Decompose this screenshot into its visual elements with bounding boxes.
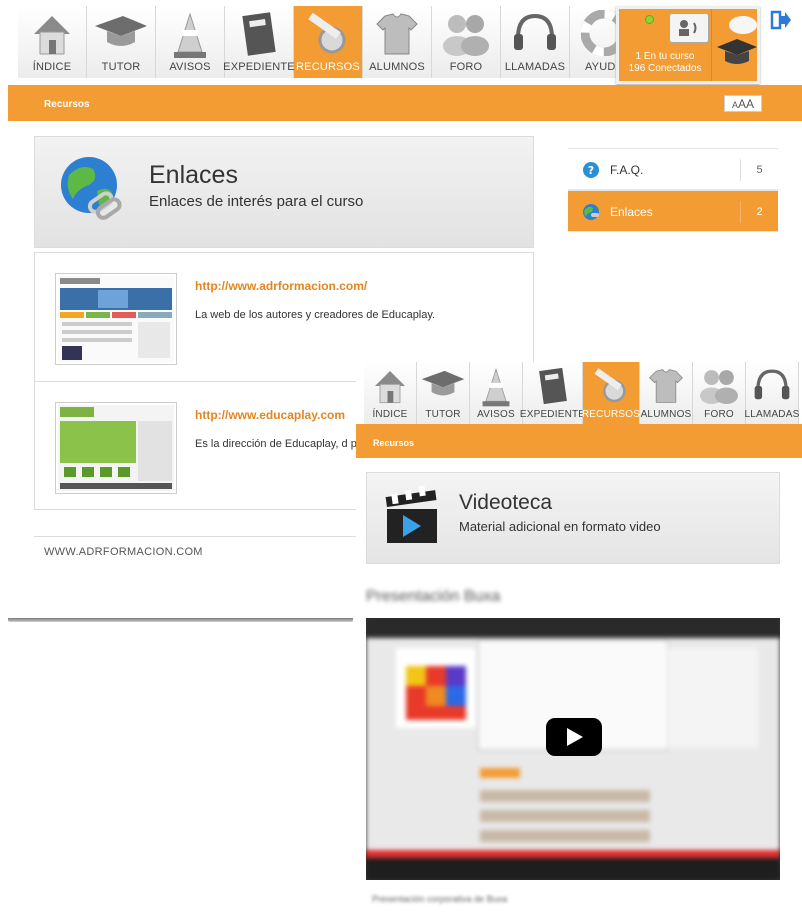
graduation-cap-icon bbox=[95, 16, 147, 46]
speaker-icon bbox=[679, 20, 697, 36]
nav-label: ALUMNOS bbox=[369, 61, 425, 73]
link-description: La web de los autores y creadores de Edu… bbox=[195, 309, 436, 321]
globe-link-icon bbox=[61, 157, 122, 220]
nav-label: ÍNDICE bbox=[372, 409, 408, 420]
nav-label: AVISOS bbox=[477, 409, 515, 420]
speaker-button[interactable] bbox=[669, 13, 709, 43]
sidebar-item-count: 2 bbox=[740, 201, 778, 223]
graduation-cap-icon bbox=[421, 370, 465, 396]
video-title: Presentación Buxa bbox=[366, 588, 501, 605]
video-caption: Presentación corporativa de Buxa bbox=[372, 894, 508, 904]
nav-label: EXPEDIENTE bbox=[519, 409, 586, 420]
traffic-cone-icon bbox=[174, 12, 206, 58]
people-icon bbox=[700, 370, 738, 404]
videoteca-window: ÍNDICE TUTOR AVISOS EXPEDIENTE RECURSOS … bbox=[356, 362, 802, 919]
footer-text[interactable]: WWW.ADRFORMACION.COM bbox=[44, 546, 203, 558]
nav-expediente[interactable]: EXPEDIENTE bbox=[519, 362, 586, 424]
font-size-big: AA bbox=[738, 97, 755, 111]
house-icon bbox=[34, 16, 70, 55]
tshirt-icon bbox=[376, 13, 418, 55]
status-divider bbox=[711, 9, 712, 81]
sidebar-item-count: 5 bbox=[740, 159, 778, 181]
breadcrumb-bar: Recursos bbox=[356, 424, 802, 458]
tools-icon bbox=[308, 12, 346, 54]
people-icon bbox=[443, 15, 489, 56]
breadcrumb[interactable]: Recursos bbox=[44, 99, 90, 110]
font-size-button[interactable]: AAA bbox=[724, 95, 762, 112]
nav-tutor[interactable]: TUTOR bbox=[417, 362, 470, 424]
chat-graduation-icon[interactable] bbox=[713, 13, 761, 79]
nav-label: FORO bbox=[704, 409, 734, 420]
sidebar-item-faq[interactable]: ? F.A.Q. 5 bbox=[568, 148, 778, 190]
svg-text:?: ? bbox=[588, 164, 594, 177]
sidebar-item-enlaces[interactable]: Enlaces 2 bbox=[568, 190, 778, 232]
nav-avisos[interactable]: AVISOS bbox=[156, 6, 225, 78]
nav-label: FORO bbox=[449, 61, 483, 73]
nav-label: TUTOR bbox=[101, 61, 141, 73]
breadcrumb[interactable]: Recursos bbox=[373, 438, 414, 448]
headset-icon bbox=[514, 13, 556, 50]
breadcrumb-bar: Recursos AAA bbox=[8, 85, 802, 121]
nav-expediente[interactable]: EXPEDIENTE bbox=[223, 6, 295, 78]
nav-avisos[interactable]: AVISOS bbox=[470, 362, 523, 424]
course-status: 1 En tu curso 196 Conectados bbox=[616, 6, 760, 84]
window-shadow bbox=[8, 618, 353, 622]
sidebar-item-label: F.A.Q. bbox=[610, 163, 644, 177]
nav-recursos[interactable]: RECURSOS bbox=[294, 6, 363, 78]
nav-label: RECURSOS bbox=[296, 61, 360, 73]
globe-link-icon bbox=[583, 204, 599, 220]
side-menu: ? F.A.Q. 5 Enlaces 2 bbox=[568, 148, 778, 232]
nav-label: LLAMADAS bbox=[744, 409, 800, 420]
nav-recursos[interactable]: RECURSOS bbox=[581, 362, 641, 424]
site-thumbnail[interactable] bbox=[55, 402, 177, 494]
page-subtitle: Material adicional en formato video bbox=[459, 519, 661, 534]
traffic-cone-icon bbox=[482, 367, 510, 407]
page-title: Videoteca bbox=[459, 491, 553, 514]
video-player[interactable] bbox=[366, 618, 780, 880]
page-subtitle: Enlaces de interés para el curso bbox=[149, 193, 364, 210]
nav-indice[interactable]: ÍNDICE bbox=[364, 362, 417, 424]
list-item: http://www.adrformacion.com/ La web de l… bbox=[35, 253, 533, 379]
nav-tutor[interactable]: TUTOR bbox=[87, 6, 156, 78]
help-icon: ? bbox=[583, 162, 599, 178]
connected-count: 196 Conectados bbox=[628, 63, 702, 74]
nav-alumnos[interactable]: ALUMNOS bbox=[640, 362, 693, 424]
tools-icon bbox=[594, 368, 626, 403]
link-url[interactable]: http://www.educaplay.com bbox=[195, 408, 345, 422]
exit-icon[interactable] bbox=[770, 10, 792, 30]
nav-llamadas[interactable]: LLAMADAS bbox=[501, 6, 570, 78]
nav-llamadas[interactable]: LLAMADAS bbox=[744, 362, 800, 424]
nav-label: TUTOR bbox=[425, 409, 461, 420]
link-url[interactable]: http://www.adrformacion.com/ bbox=[195, 279, 367, 293]
section-header: Videoteca Material adicional en formato … bbox=[366, 472, 780, 564]
tshirt-icon bbox=[649, 369, 683, 403]
nav-label: RECURSOS bbox=[581, 409, 641, 420]
overlay-nav: ÍNDICE TUTOR AVISOS EXPEDIENTE RECURSOS … bbox=[364, 362, 799, 424]
nav-label: ALUMNOS bbox=[640, 409, 692, 420]
main-nav: ÍNDICE TUTOR AVISOS EXPEDIENTE RECURSOS bbox=[18, 6, 639, 78]
online-dot bbox=[645, 15, 654, 24]
play-button[interactable] bbox=[546, 718, 602, 756]
nav-label: AVISOS bbox=[169, 61, 211, 73]
headset-icon bbox=[754, 369, 790, 400]
nav-alumnos[interactable]: ALUMNOS bbox=[363, 6, 432, 78]
clapperboard-icon bbox=[385, 485, 437, 543]
nav-label: ÍNDICE bbox=[32, 61, 72, 73]
site-thumbnail[interactable] bbox=[55, 273, 177, 365]
nav-foro[interactable]: FORO bbox=[432, 6, 501, 78]
nav-label: LLAMADAS bbox=[504, 61, 566, 73]
nav-label: EXPEDIENTE bbox=[223, 61, 295, 73]
course-count: 1 En tu curso bbox=[635, 51, 695, 62]
nav-foro[interactable]: FORO bbox=[693, 362, 746, 424]
folder-icon bbox=[538, 367, 567, 405]
page-title: Enlaces bbox=[149, 161, 238, 189]
folder-icon bbox=[242, 12, 276, 56]
sidebar-item-label: Enlaces bbox=[610, 205, 653, 219]
house-icon bbox=[375, 371, 405, 404]
nav-indice[interactable]: ÍNDICE bbox=[18, 6, 87, 78]
section-header: Enlaces Enlaces de interés para el curso bbox=[34, 136, 534, 248]
